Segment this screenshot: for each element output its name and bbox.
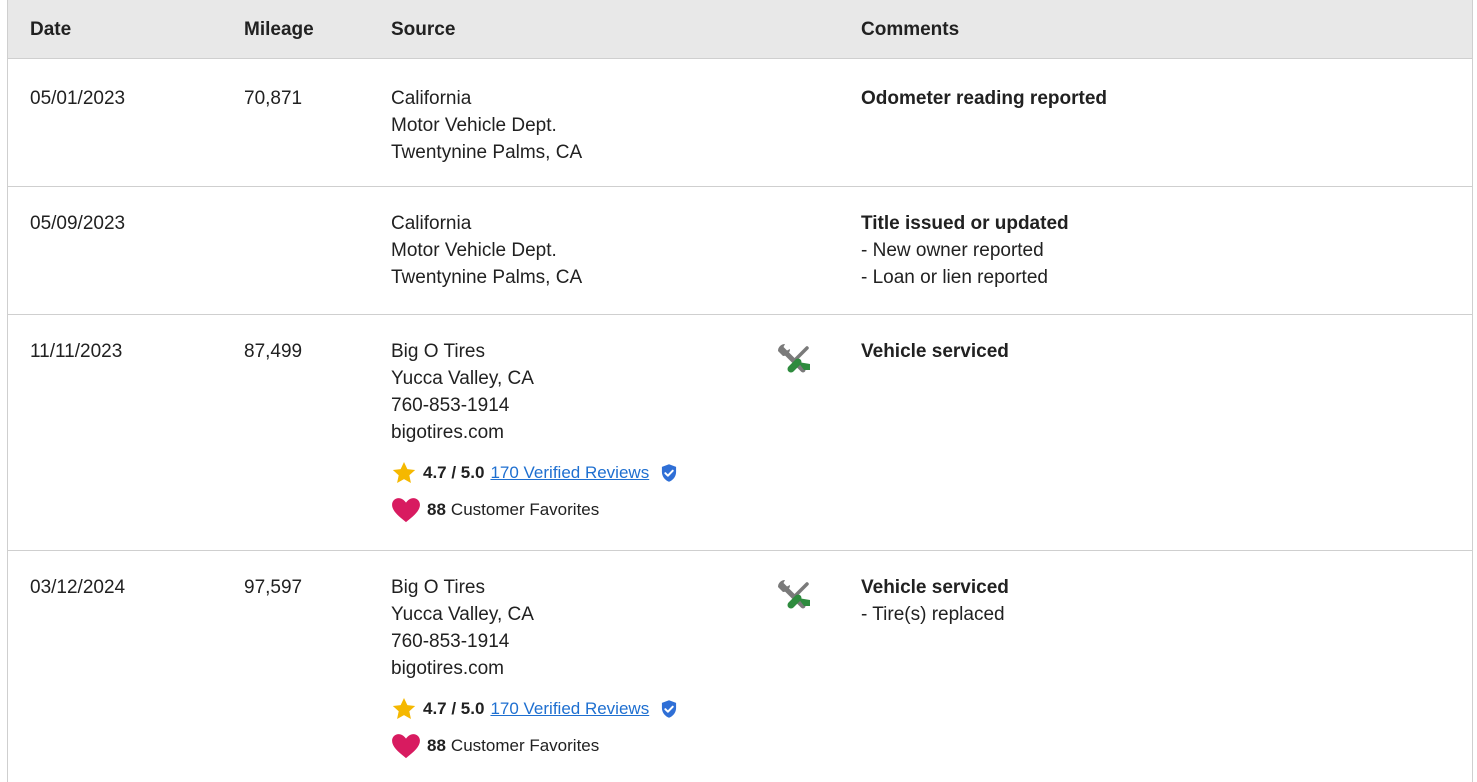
- verified-badge-icon: [662, 700, 677, 718]
- table-row: 05/09/2023 California Motor Vehicle Dept…: [8, 187, 1472, 315]
- favorites-label: Customer Favorites: [450, 500, 600, 519]
- row-comments: Vehicle serviced: [861, 338, 1009, 365]
- row-source: Big O Tires Yucca Valley, CA 760-853-191…: [391, 574, 534, 682]
- row-date: 05/01/2023: [30, 88, 126, 109]
- heart-icon: [392, 734, 420, 759]
- row-source: California Motor Vehicle Dept. Twentynin…: [391, 85, 582, 166]
- source-line: Yucca Valley, CA: [391, 368, 534, 389]
- source-line: 760-853-1914: [391, 395, 510, 416]
- service-wrench-screwdriver-icon: [774, 576, 814, 616]
- heart-icon: [392, 498, 420, 523]
- header-date: Date: [30, 19, 72, 40]
- comment-item: - Loan or lien reported: [861, 267, 1048, 288]
- source-line: Motor Vehicle Dept.: [391, 240, 557, 261]
- row-comments: Vehicle serviced - Tire(s) replaced: [861, 574, 1009, 628]
- source-line: Twentynine Palms, CA: [391, 267, 583, 288]
- rating-score: 4.7 / 5.0: [423, 463, 485, 482]
- table-row: 05/01/2023 70,871 California Motor Vehic…: [8, 59, 1472, 187]
- star-icon: [392, 461, 416, 483]
- favorites-row: 88 Customer Favorites: [391, 497, 599, 523]
- source-line: Motor Vehicle Dept.: [391, 115, 557, 136]
- source-line: 760-853-1914: [391, 631, 510, 652]
- comment-title: Odometer reading reported: [861, 88, 1107, 109]
- source-line: California: [391, 213, 472, 234]
- table-row: 11/11/2023 87,499 Big O Tires Yucca Vall…: [8, 315, 1472, 551]
- rating-score: 4.7 / 5.0: [423, 699, 485, 718]
- row-mileage: 87,499: [244, 341, 303, 362]
- row-comments: Title issued or updated - New owner repo…: [861, 210, 1069, 291]
- row-mileage: 97,597: [244, 577, 303, 598]
- header-source: Source: [391, 19, 456, 40]
- row-source: California Motor Vehicle Dept. Twentynin…: [391, 210, 582, 291]
- row-source: Big O Tires Yucca Valley, CA 760-853-191…: [391, 338, 534, 446]
- verified-reviews-link[interactable]: 170 Verified Reviews: [490, 699, 649, 719]
- service-wrench-screwdriver-icon: [774, 340, 814, 380]
- rating-row: 4.7 / 5.0 170 Verified Reviews: [391, 696, 679, 722]
- source-line: California: [391, 88, 472, 109]
- source-line: Big O Tires: [391, 341, 485, 362]
- source-line: Big O Tires: [391, 577, 485, 598]
- source-line: bigotires.com: [391, 422, 504, 443]
- table-row: 03/12/2024 97,597 Big O Tires Yucca Vall…: [8, 551, 1472, 782]
- favorites-count: 88: [427, 500, 446, 519]
- comment-title: Vehicle serviced: [861, 341, 1009, 362]
- favorites-row: 88 Customer Favorites: [391, 733, 599, 759]
- source-line: Twentynine Palms, CA: [391, 142, 583, 163]
- favorites-count: 88: [427, 736, 446, 755]
- verified-reviews-link[interactable]: 170 Verified Reviews: [490, 463, 649, 483]
- row-date: 03/12/2024: [30, 577, 126, 598]
- rating-row: 4.7 / 5.0 170 Verified Reviews: [391, 460, 679, 486]
- row-mileage: 70,871: [244, 88, 303, 109]
- comment-title: Title issued or updated: [861, 213, 1069, 234]
- header-comments: Comments: [861, 19, 960, 40]
- header-mileage: Mileage: [244, 19, 314, 40]
- source-line: Yucca Valley, CA: [391, 604, 534, 625]
- comment-item: - New owner reported: [861, 240, 1044, 261]
- source-line: bigotires.com: [391, 658, 504, 679]
- favorites-label: Customer Favorites: [450, 736, 600, 755]
- row-date: 11/11/2023: [30, 341, 123, 362]
- row-comments: Odometer reading reported: [861, 85, 1107, 112]
- table-header: Date Mileage Source Comments: [8, 0, 1472, 59]
- vehicle-history-table: Date Mileage Source Comments 05/01/2023 …: [7, 0, 1473, 782]
- star-icon: [392, 697, 416, 719]
- comment-title: Vehicle serviced: [861, 577, 1009, 598]
- row-date: 05/09/2023: [30, 213, 126, 234]
- verified-badge-icon: [662, 464, 677, 482]
- comment-item: - Tire(s) replaced: [861, 604, 1005, 625]
